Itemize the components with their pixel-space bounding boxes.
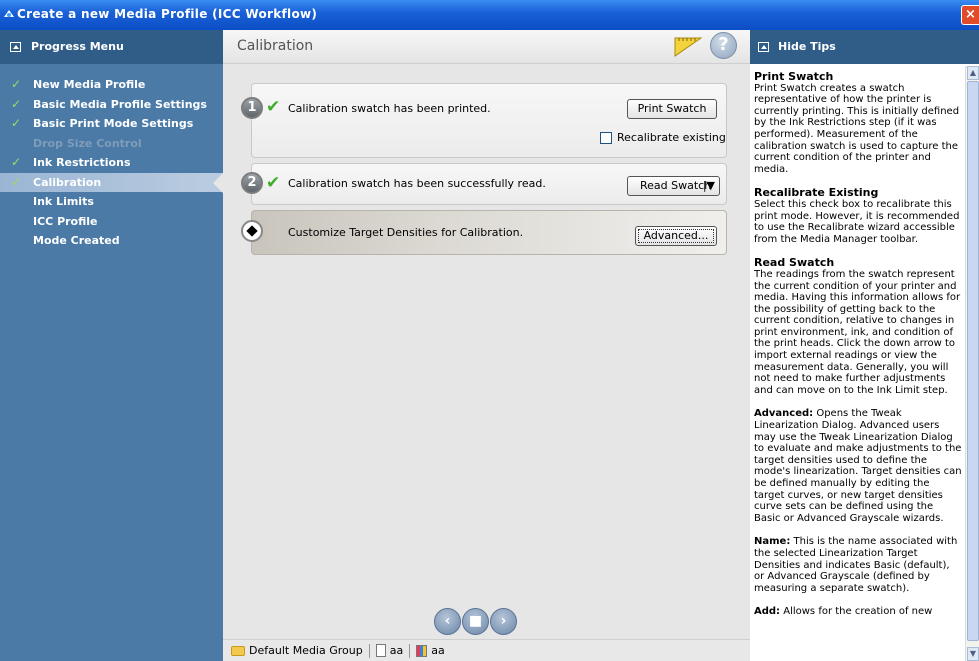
progress-item-basic-print-mode-settings[interactable]: ✓ Basic Print Mode Settings: [0, 114, 223, 134]
check-icon: ✓: [11, 116, 22, 130]
progress-item-label: ICC Profile: [33, 214, 98, 228]
progress-item-new-media-profile[interactable]: ✓ New Media Profile: [0, 75, 223, 95]
print-swatch-button[interactable]: Print Swatch: [627, 99, 717, 119]
tip-title: Print Swatch: [754, 70, 834, 83]
tip-print-swatch: Print Swatch Print Swatch creates a swat…: [754, 71, 962, 175]
status-item-1-label: aa: [389, 644, 404, 657]
tip-name: Name: This is the name associated with t…: [754, 536, 962, 594]
tip-recalibrate-existing: Recalibrate Existing Select this check b…: [754, 187, 962, 245]
status-item-2-label: aa: [431, 644, 445, 657]
collapse-icon[interactable]: [758, 42, 769, 52]
page-title: Calibration: [237, 38, 314, 54]
step-print-status: Calibration swatch has been printed.: [288, 102, 491, 115]
diamond-icon: [241, 220, 263, 242]
checkbox-box[interactable]: [600, 131, 612, 144]
progress-item-drop-size-control: Drop Size Control: [0, 134, 223, 154]
window-titlebar: Create a new Media Profile (ICC Workflow…: [0, 0, 979, 30]
check-icon: ✓: [11, 155, 22, 169]
tip-title: Add:: [754, 606, 781, 618]
progress-item-mode-created[interactable]: Mode Created: [0, 231, 223, 251]
progress-item-ink-restrictions[interactable]: ✓ Ink Restrictions: [0, 153, 223, 173]
progress-header[interactable]: Progress Menu: [0, 30, 223, 64]
scroll-down-icon[interactable]: ▼: [967, 647, 979, 661]
tip-body: Opens the Tweak Linearization Dialog. Ad…: [754, 408, 962, 524]
progress-title: Progress Menu: [31, 40, 124, 53]
recalibrate-existing-checkbox[interactable]: Recalibrate existing: [600, 131, 726, 144]
progress-item-label: Drop Size Control: [33, 136, 142, 150]
check-icon: ✓: [11, 96, 22, 111]
progress-item-basic-media-profile-settings[interactable]: ✓ Basic Media Profile Settings: [0, 95, 223, 115]
mode-icon: [416, 644, 428, 657]
tip-title: Name:: [754, 536, 791, 548]
tip-title: Advanced:: [754, 408, 814, 420]
read-swatch-button[interactable]: Read Swatch |▼: [627, 176, 720, 196]
step-number-2: 2: [241, 172, 263, 194]
status-group: Default Media Group: [225, 644, 369, 657]
tips-header[interactable]: Hide Tips: [750, 30, 979, 64]
tip-body: The readings from the swatch represent t…: [754, 268, 961, 396]
progress-item-calibration[interactable]: ✓ Calibration: [0, 172, 223, 192]
progress-item-label: Calibration: [33, 175, 102, 189]
tip-title: Read Swatch: [754, 256, 835, 270]
status-item-1: aa: [370, 644, 409, 657]
help-icon[interactable]: ?: [710, 32, 737, 59]
scroll-thumb[interactable]: [967, 81, 979, 641]
tip-add: Add: Allows for the creation of new: [754, 606, 962, 618]
hide-tips-label: Hide Tips: [778, 40, 836, 53]
status-item-2: aa: [410, 644, 450, 657]
scroll-up-icon[interactable]: ▲: [967, 66, 979, 80]
tips-panel: Hide Tips Print Swatch Print Swatch crea…: [750, 30, 979, 661]
main-header: Calibration ?: [223, 30, 750, 64]
progress-item-label: New Media Profile: [33, 78, 146, 91]
step-read-swatch: 2 ✔ Calibration swatch has been successf…: [241, 163, 727, 205]
progress-item-label: Mode Created: [33, 234, 120, 247]
progress-item-label: Ink Restrictions: [33, 156, 131, 169]
app-icon: [4, 10, 14, 17]
check-icon: ✓: [11, 174, 22, 189]
step-advanced-text: Customize Target Densities for Calibrati…: [288, 226, 524, 239]
wizard-nav: ‹ ■ ›: [434, 608, 517, 635]
page-icon: [375, 644, 386, 657]
forward-icon[interactable]: ›: [490, 608, 517, 635]
status-bar: Default Media Group aa aa: [223, 639, 750, 661]
progress-item-label: Basic Media Profile Settings: [33, 97, 207, 111]
recalibrate-label: Recalibrate existing: [617, 131, 726, 144]
progress-item-icc-profile[interactable]: ICC Profile: [0, 212, 223, 232]
progress-panel: Progress Menu ✓ New Media Profile ✓ Basic …: [0, 30, 223, 661]
tip-body: Select this check box to recalibrate thi…: [754, 198, 960, 245]
tip-title: Recalibrate Existing: [754, 186, 879, 200]
progress-item-ink-limits[interactable]: Ink Limits: [0, 192, 223, 212]
stop-icon[interactable]: ■: [462, 608, 489, 635]
back-icon[interactable]: ‹: [434, 608, 461, 635]
tip-body: Allows for the creation of new: [780, 606, 933, 618]
tip-read-swatch: Read Swatch The readings from the swatch…: [754, 257, 962, 396]
progress-list: ✓ New Media Profile ✓ Basic Media Profile …: [0, 75, 223, 251]
step-number-1: 1: [241, 97, 263, 119]
check-icon: ✔: [266, 97, 281, 117]
read-swatch-label: Read Swatch: [640, 179, 712, 192]
close-button[interactable]: ×: [961, 5, 979, 25]
tip-body: Print Swatch creates a swatch representa…: [754, 82, 960, 175]
window-title: Create a new Media Profile (ICC Workflow…: [17, 7, 318, 21]
tips-scrollbar[interactable]: ▲ ▼: [965, 66, 979, 661]
check-icon: ✔: [266, 173, 281, 193]
main-panel: Calibration ? 1 ✔ Calibration swatch has…: [223, 30, 750, 661]
ruler-icon[interactable]: [673, 34, 703, 58]
folder-icon: [231, 645, 245, 656]
step-advanced: Customize Target Densities for Calibrati…: [241, 210, 727, 255]
tip-advanced: Advanced: Opens the Tweak Linearization …: [754, 408, 962, 524]
advanced-button[interactable]: Advanced...: [635, 226, 717, 246]
collapse-icon[interactable]: [10, 42, 21, 52]
step-read-status: Calibration swatch has been successfully…: [288, 177, 546, 190]
step-print-swatch: 1 ✔ Calibration swatch has been printed.…: [241, 83, 727, 158]
dropdown-arrow-icon[interactable]: |▼: [703, 177, 715, 195]
tips-content: Print Swatch Print Swatch creates a swat…: [750, 66, 965, 661]
progress-item-label: Ink Limits: [33, 195, 94, 208]
check-icon: ✓: [11, 77, 22, 91]
progress-item-label: Basic Print Mode Settings: [33, 117, 194, 130]
status-group-label: Default Media Group: [249, 644, 363, 657]
